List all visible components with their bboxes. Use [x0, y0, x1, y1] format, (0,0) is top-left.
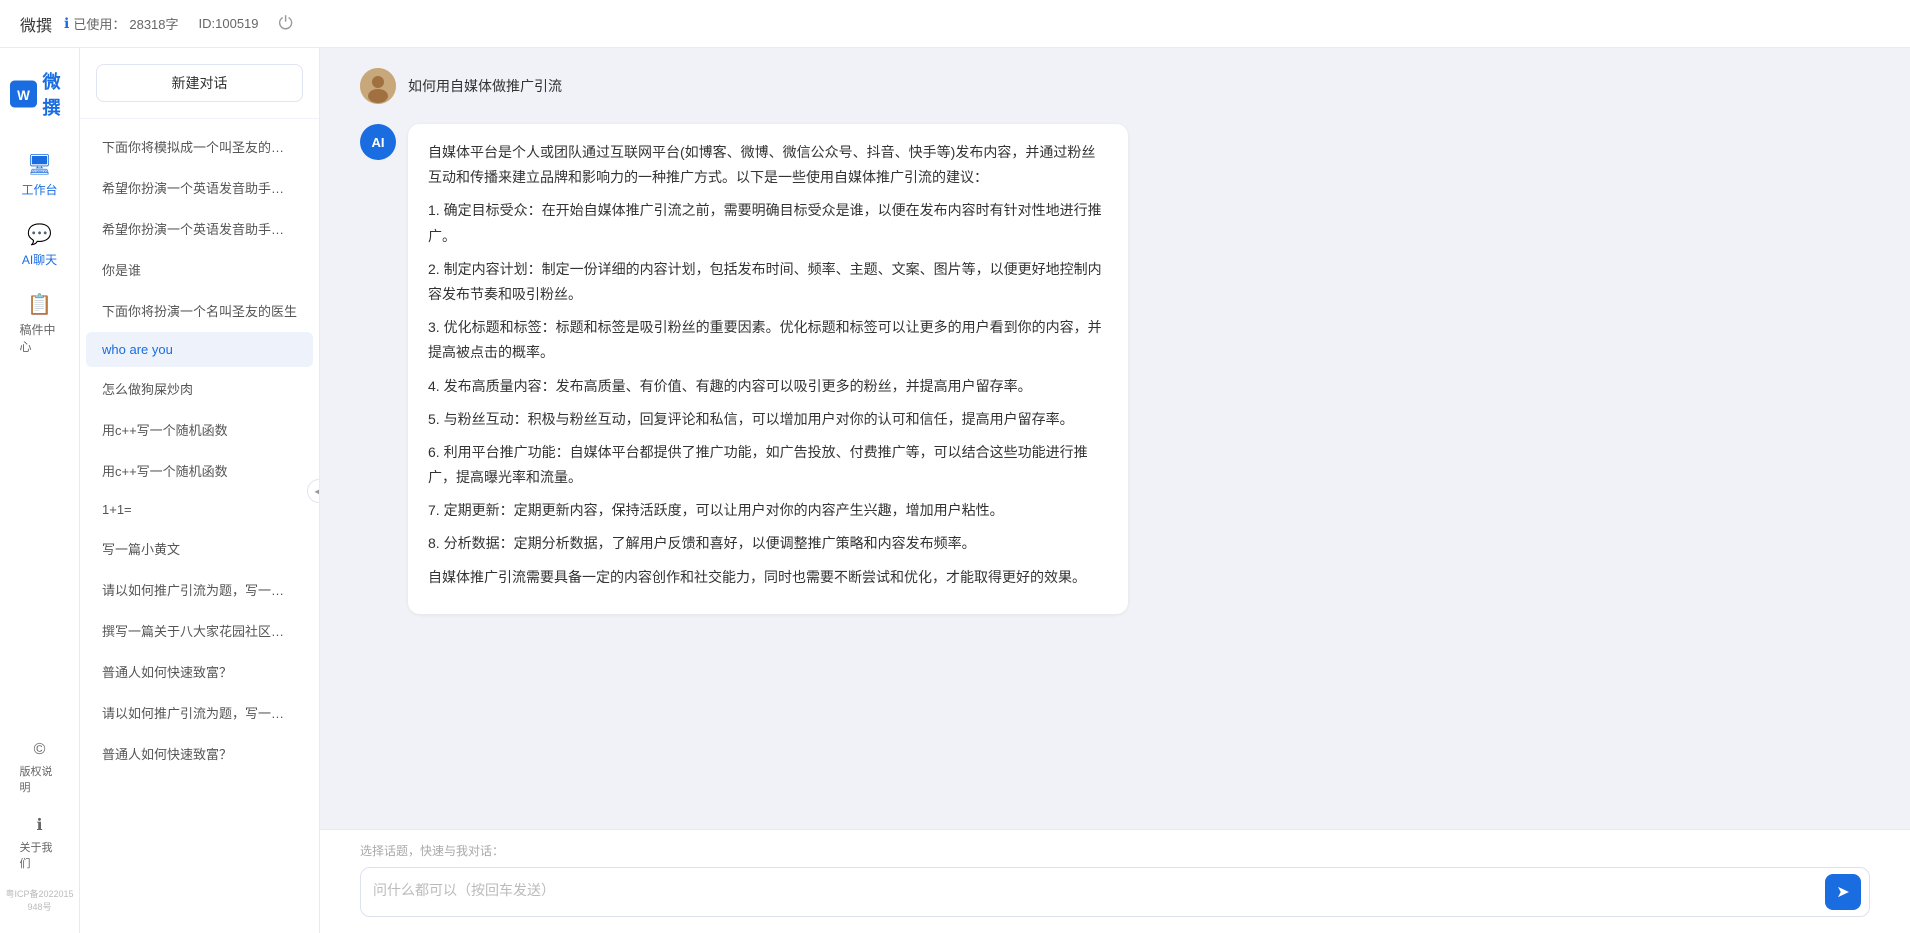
sidebar-history-item[interactable]: 普通人如何快速致富？	[86, 734, 313, 773]
nav-bottom: © 版权说明 ℹ 关于我们 粤ICP备2022015948号	[0, 733, 79, 913]
logo-area: W 微撰	[0, 68, 80, 136]
sidebar-history-item[interactable]: 下面你将模拟成一个叫圣友的程序员，我说...	[86, 127, 313, 166]
nav-item-copyright[interactable]: © 版权说明	[8, 733, 72, 803]
topbar-id: ID:100519	[199, 16, 259, 31]
nav-workbench-label: 工作台	[21, 181, 57, 198]
chat-area: 如何用自媒体做推广引流 AI 自媒体平台是个人或团队通过互联网平台(如博客、微博…	[320, 48, 1910, 933]
ai-response-paragraph: 4. 发布高质量内容：发布高质量、有价值、有趣的内容可以吸引更多的粉丝，并提高用…	[428, 374, 1108, 399]
sidebar-history-item[interactable]: 怎么做狗屎炒肉	[86, 369, 313, 408]
new-chat-button[interactable]: 新建对话	[96, 64, 303, 102]
workbench-icon: 🖥	[27, 152, 52, 177]
left-nav: W 微撰 🖥 工作台 💬 AI聊天 📋 稿件中心 © 版权说明 ℹ 关于我们 粤	[0, 48, 80, 933]
sidebar-history-item[interactable]: who are you	[86, 332, 313, 367]
ai-response-paragraph: 7. 定期更新：定期更新内容，保持活跃度，可以让用户对你的内容产生兴趣，增加用户…	[428, 498, 1108, 523]
main-layout: W 微撰 🖥 工作台 💬 AI聊天 📋 稿件中心 © 版权说明 ℹ 关于我们 粤	[0, 48, 1910, 933]
sidebar-history-item[interactable]: 希望你扮演一个英语发音助手，我提供给你...	[86, 209, 313, 248]
sidebar-list: 下面你将模拟成一个叫圣友的程序员，我说...希望你扮演一个英语发音助手，我提供给…	[80, 119, 319, 933]
sidebar: 新建对话 下面你将模拟成一个叫圣友的程序员，我说...希望你扮演一个英语发音助手…	[80, 48, 320, 933]
sidebar-history-item[interactable]: 写一篇小黄文	[86, 529, 313, 568]
topbar-title: 微撰	[20, 12, 52, 36]
send-icon: ➤	[1836, 882, 1849, 902]
usage-count: 28318字	[129, 14, 178, 33]
usage-label: 已使用：	[73, 14, 125, 33]
info-icon: ℹ	[64, 15, 69, 32]
user-bubble: 如何用自媒体做推广引流	[408, 68, 562, 104]
sidebar-history-item[interactable]: 1+1=	[86, 492, 313, 527]
ai-response-paragraph: 1. 确定目标受众：在开始自媒体推广引流之前，需要明确目标受众是谁，以便在发布内…	[428, 198, 1108, 248]
nav-item-about[interactable]: ℹ 关于我们	[8, 807, 72, 879]
user-message-text: 如何用自媒体做推广引流	[408, 78, 562, 94]
sidebar-history-item[interactable]: 用c++写一个随机函数	[86, 410, 313, 449]
ai-bubble: 自媒体平台是个人或团队通过互联网平台(如博客、微博、微信公众号、抖音、快手等)发…	[408, 124, 1128, 614]
mailbox-icon: 📋	[27, 292, 52, 317]
sidebar-header: 新建对话	[80, 48, 319, 119]
sidebar-history-item[interactable]: 你是谁	[86, 250, 313, 289]
user-message: 如何用自媒体做推广引流	[360, 68, 1870, 104]
sidebar-history-item[interactable]: 请以如何推广引流为题，写一篇大纲	[86, 693, 313, 732]
nav-item-workbench[interactable]: 🖥 工作台	[8, 144, 72, 206]
nav-about-label: 关于我们	[20, 839, 60, 871]
ai-response-paragraph: 5. 与粉丝互动：积极与粉丝互动，回复评论和私信，可以增加用户对你的认可和信任，…	[428, 407, 1108, 432]
ai-response-paragraph: 自媒体推广引流需要具备一定的内容创作和社交能力，同时也需要不断尝试和优化，才能取…	[428, 565, 1108, 590]
sidebar-history-item[interactable]: 请以如何推广引流为题，写一篇大纲	[86, 570, 313, 609]
topbar-right: ℹ 已使用： 28318字 ID:100519 ⏻	[64, 13, 293, 34]
copyright-icon: ©	[34, 741, 46, 759]
nav-mailbox-label: 稿件中心	[20, 321, 60, 355]
ai-message: AI 自媒体平台是个人或团队通过互联网平台(如博客、微博、微信公众号、抖音、快手…	[360, 124, 1870, 614]
send-button[interactable]: ➤	[1825, 874, 1861, 910]
sidebar-history-item[interactable]: 用c++写一个随机函数	[86, 451, 313, 490]
about-icon: ℹ	[36, 815, 42, 835]
sidebar-history-item[interactable]: 希望你扮演一个英语发音助手，我提供给你...	[86, 168, 313, 207]
nav-copyright-label: 版权说明	[20, 763, 60, 795]
logo-text: 微撰	[43, 68, 70, 120]
ai-response-paragraph: 自媒体平台是个人或团队通过互联网平台(如博客、微博、微信公众号、抖音、快手等)发…	[428, 140, 1108, 190]
user-avatar	[360, 68, 396, 104]
sidebar-history-item[interactable]: 撰写一篇关于八大家花园社区一刻钟便民生...	[86, 611, 313, 650]
chat-input[interactable]	[373, 872, 1817, 912]
ai-response-paragraph: 2. 制定内容计划：制定一份详细的内容计划，包括发布时间、频率、主题、文案、图片…	[428, 257, 1108, 307]
svg-text:W: W	[17, 88, 30, 103]
sidebar-history-item[interactable]: 下面你将扮演一个名叫圣友的医生	[86, 291, 313, 330]
input-box-wrap: ➤	[360, 867, 1870, 917]
sidebar-history-item[interactable]: 普通人如何快速致富？	[86, 652, 313, 691]
ai-response-paragraph: 8. 分析数据：定期分析数据，了解用户反馈和喜好，以便调整推广策略和内容发布频率…	[428, 531, 1108, 556]
icp-text: 粤ICP备2022015948号	[0, 883, 79, 913]
ai-response-paragraph: 6. 利用平台推广功能：自媒体平台都提供了推广功能，如广告投放、付费推广等，可以…	[428, 440, 1108, 490]
nav-item-mailbox[interactable]: 📋 稿件中心	[8, 284, 72, 363]
logo-icon: W	[10, 76, 37, 112]
nav-item-ai-chat[interactable]: 💬 AI聊天	[8, 214, 72, 276]
power-icon[interactable]: ⏻	[279, 13, 293, 34]
collapse-icon: ◀	[314, 484, 320, 498]
nav-ai-chat-label: AI聊天	[22, 251, 57, 268]
chat-messages: 如何用自媒体做推广引流 AI 自媒体平台是个人或团队通过互联网平台(如博客、微博…	[320, 48, 1910, 829]
ai-chat-icon: 💬	[27, 222, 52, 247]
user-avatar-img	[360, 68, 396, 104]
ai-response-paragraph: 3. 优化标题和标签：标题和标签是吸引粉丝的重要因素。优化标题和标签可以让更多的…	[428, 315, 1108, 365]
topbar: 微撰 ℹ 已使用： 28318字 ID:100519 ⏻	[0, 0, 1910, 48]
quick-select-label: 选择话题，快速与我对话：	[360, 842, 1870, 859]
chat-input-area: 选择话题，快速与我对话： ➤	[320, 829, 1910, 933]
topbar-usage: ℹ 已使用： 28318字	[64, 14, 179, 33]
ai-avatar: AI	[360, 124, 396, 160]
